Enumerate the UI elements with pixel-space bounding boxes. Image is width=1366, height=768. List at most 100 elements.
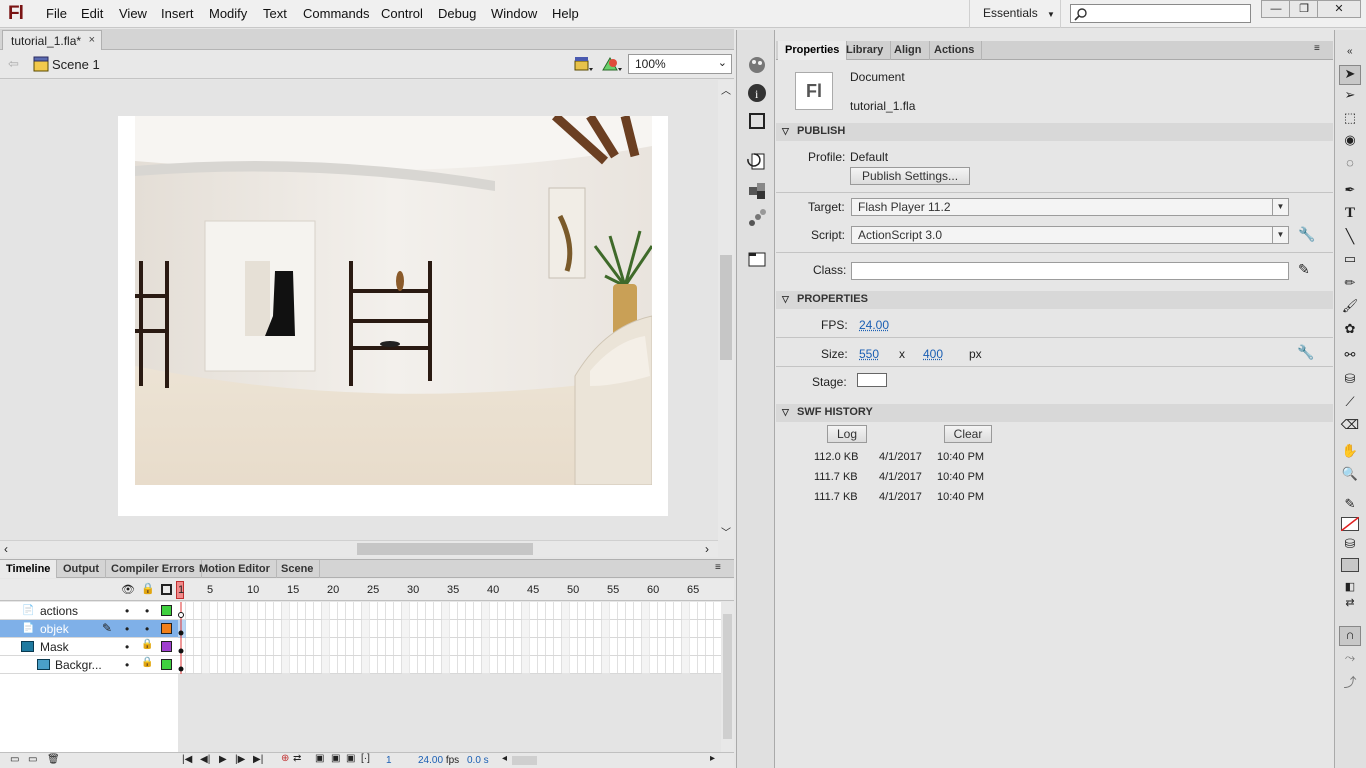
paint-bucket-tool-icon[interactable]: ⛁ [1339,371,1361,391]
tab-actions[interactable]: Actions [927,41,983,60]
frame-rate[interactable]: 24.00 fps [418,755,459,766]
zoom-tool-icon[interactable]: 🔍 [1339,466,1361,486]
workspace-switcher[interactable]: Essentials ▼ [969,0,1061,28]
lock-all-icon[interactable]: 🔒 [141,582,155,595]
stroke-color-icon[interactable]: ✎ [1339,496,1361,514]
lock-dot[interactable]: • [145,604,149,618]
step-forward-icon[interactable]: |▶ [235,754,245,765]
snap-to-objects-icon[interactable]: ∩ [1339,626,1361,646]
new-folder-icon[interactable]: ▭ [28,754,37,765]
outline-swatch[interactable] [161,641,172,652]
menu-window[interactable]: Window [491,6,537,21]
onion-outline-icon[interactable]: ▣ [331,753,340,764]
bone-tool-icon[interactable]: ⚯ [1339,347,1361,367]
tab-align[interactable]: Align [887,41,930,60]
text-tool-icon[interactable]: T [1339,205,1361,225]
layer-name[interactable]: Backgr... [55,658,102,672]
rectangle-tool-icon[interactable]: ▭ [1339,251,1361,271]
menu-text[interactable]: Text [263,6,287,21]
deco-tool-icon[interactable]: ✿ [1339,321,1361,341]
target-select[interactable]: Flash Player 11.2 ▼ [851,198,1289,216]
swap-colors-icon[interactable]: ⇄ [1339,596,1361,610]
scroll-thumb[interactable] [720,255,732,360]
black-white-icon[interactable]: ◧ [1339,580,1361,594]
tab-scene[interactable]: Scene [275,560,321,578]
outline-swatch[interactable] [161,605,172,616]
edit-multiple-icon[interactable]: ▣ [346,753,355,764]
layer-row-objek[interactable]: 📄 objek ✎ • • [0,620,178,638]
publish-section-header[interactable]: ▽ PUBLISH [776,123,1333,141]
scroll-left-icon[interactable]: ◂ [502,753,507,764]
current-frame[interactable]: 1 [386,755,392,766]
loop-icon[interactable]: ⇄ [293,753,301,764]
stage-vertical-scrollbar[interactable]: ︿ ﹀ [718,80,734,540]
layer-row-background[interactable]: Backgr... • 🔒 [0,656,178,674]
subselection-tool-icon[interactable]: ➢ [1339,87,1361,107]
onion-skin-icon[interactable]: ▣ [315,753,324,764]
panel-menu-icon[interactable]: ≡ [715,562,721,573]
pencil-tool-icon[interactable]: ✏ [1339,275,1361,295]
layer-row-mask[interactable]: Mask • 🔒 [0,638,178,656]
scroll-right-icon[interactable]: ▸ [710,753,715,764]
stroke-color-swatch[interactable] [1341,517,1359,531]
eraser-tool-icon[interactable]: ⌫ [1339,417,1361,437]
tab-motion-editor[interactable]: Motion Editor [193,560,277,578]
fps-value[interactable]: 24.00 [859,318,889,332]
wrench-icon[interactable]: 🔧 [1298,226,1315,243]
height-value[interactable]: 400 [923,347,943,361]
layer-name[interactable]: actions [40,604,78,618]
layer-name[interactable]: objek [40,622,69,636]
info-icon[interactable]: i [746,82,768,104]
scroll-left-icon[interactable]: ‹ [4,542,8,556]
tab-output[interactable]: Output [57,560,107,578]
scroll-up-icon[interactable]: ︿ [721,82,731,97]
menu-modify[interactable]: Modify [209,6,247,21]
menu-help[interactable]: Help [552,6,579,21]
center-frame-icon[interactable]: ⊕ [281,753,289,764]
brush-tool-icon[interactable]: 🖌 [1339,298,1361,318]
menu-commands[interactable]: Commands [303,6,369,21]
smooth-icon[interactable]: ⤳ [1339,650,1361,670]
panel-menu-icon[interactable]: ≡ [1314,43,1320,54]
motion-presets-icon[interactable] [746,207,768,229]
straighten-icon[interactable]: ⤴ [1339,672,1361,692]
scroll-thumb[interactable] [357,543,533,555]
clear-button[interactable]: Clear [944,425,992,443]
layer-name[interactable]: Mask [40,640,69,654]
show-hide-all-icon[interactable]: 👁 [121,583,135,596]
visibility-dot[interactable]: • [125,622,129,636]
transform-panel-icon[interactable] [746,110,768,132]
tab-library[interactable]: Library [839,41,892,60]
selection-tool-icon[interactable]: ➤ [1339,65,1361,85]
scroll-thumb[interactable] [723,614,732,739]
stage-background-image[interactable] [135,116,652,485]
stage-canvas[interactable] [118,116,668,516]
new-layer-icon[interactable]: ▭ [10,754,19,765]
modify-markers-icon[interactable]: [·] [361,753,370,764]
width-value[interactable]: 550 [859,347,879,361]
close-tab-icon[interactable]: × [89,34,95,46]
swf-history-section-header[interactable]: ▽ SWF HISTORY [776,404,1333,422]
menu-file[interactable]: File [46,6,67,21]
menu-view[interactable]: View [119,6,147,21]
color-panel-icon[interactable] [746,54,768,76]
document-tab[interactable]: tutorial_1.fla* × [2,30,102,50]
edit-scene-icon[interactable] [574,55,594,73]
fill-color-icon[interactable]: ⛁ [1339,536,1361,554]
lasso-tool-icon[interactable]: ◌ [1339,155,1361,175]
properties-section-header[interactable]: ▽ PROPERTIES [776,291,1333,309]
outline-swatch[interactable] [161,659,172,670]
close-window-button[interactable]: ✕ [1317,0,1361,18]
lock-icon[interactable]: 🔒 [141,657,153,668]
visibility-dot[interactable]: • [125,604,129,618]
eyedropper-tool-icon[interactable]: ⟋ [1339,394,1361,414]
pen-tool-icon[interactable]: ✒ [1339,182,1361,202]
search-input[interactable] [1070,4,1251,23]
line-tool-icon[interactable]: ╲ [1339,228,1361,248]
menu-debug[interactable]: Debug [438,6,476,21]
first-frame-icon[interactable]: |◀ [182,754,192,765]
timeline-h-scroll-thumb[interactable] [512,756,537,765]
outline-swatch[interactable] [161,623,172,634]
elapsed-time[interactable]: 0.0 s [467,755,489,766]
components-panel-icon[interactable] [746,179,768,201]
